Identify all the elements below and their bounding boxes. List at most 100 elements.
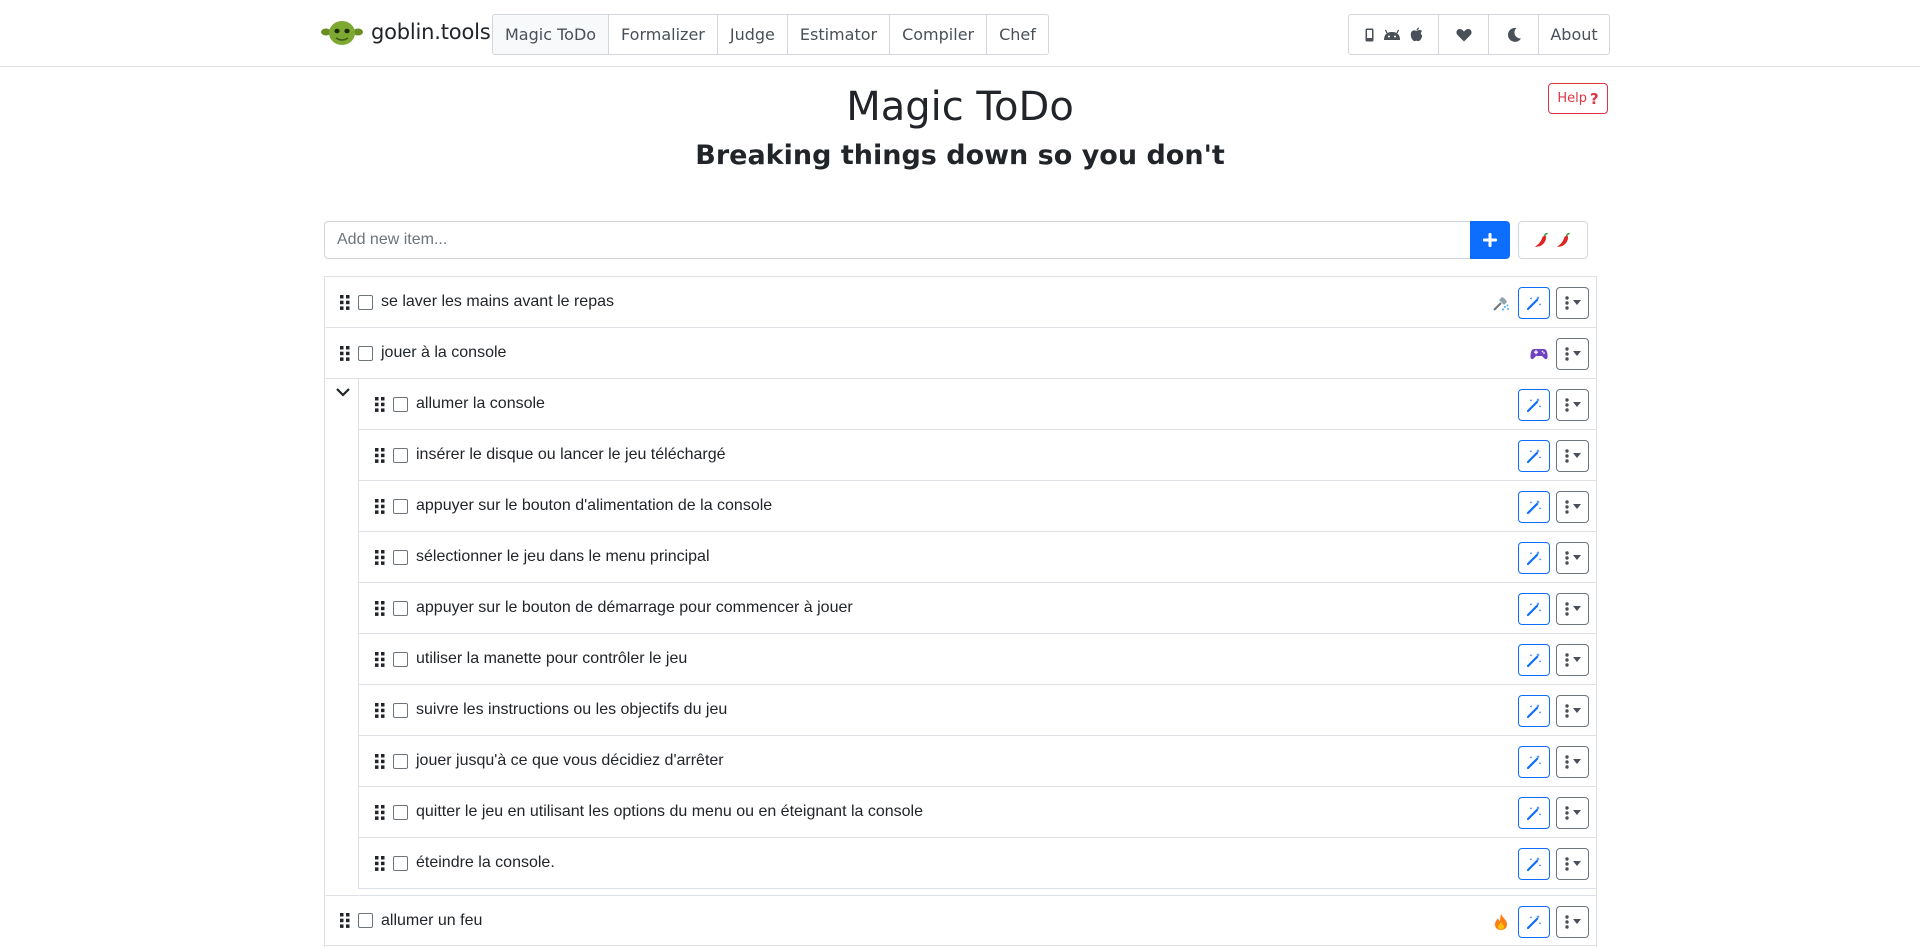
drag-handle-icon[interactable] [338, 345, 352, 361]
task-menu-button[interactable] [1556, 643, 1589, 676]
break-down-button[interactable] [1518, 541, 1550, 574]
task-actions [1518, 541, 1589, 574]
spiciness-button[interactable] [1518, 221, 1588, 259]
task-menu-button[interactable] [1556, 286, 1589, 319]
magic-wand-icon [1526, 448, 1542, 463]
magic-wand-icon [1526, 601, 1542, 616]
drag-handle-icon[interactable] [373, 855, 387, 871]
task-checkbox[interactable] [393, 549, 408, 565]
more-vertical-icon [1564, 652, 1569, 667]
collapse-chevron-icon[interactable] [334, 383, 352, 401]
task-menu-button[interactable] [1556, 796, 1589, 829]
break-down-button[interactable] [1518, 439, 1550, 472]
chili-pepper-icon [1557, 232, 1570, 247]
nav-compiler[interactable]: Compiler [890, 15, 988, 54]
task-text[interactable]: quitter le jeu en utilisant les options … [416, 803, 923, 821]
task-checkbox[interactable] [358, 345, 373, 361]
task-checkbox[interactable] [358, 913, 373, 928]
break-down-button[interactable] [1518, 745, 1550, 778]
caret-down-icon [1572, 300, 1581, 305]
caret-down-icon [1572, 810, 1581, 815]
nav-chef[interactable]: Chef [987, 15, 1048, 54]
drag-handle-icon[interactable] [373, 396, 387, 412]
drag-handle-icon[interactable] [373, 651, 387, 667]
task-checkbox[interactable] [393, 702, 408, 718]
add-item-button[interactable] [1470, 221, 1510, 259]
task-text[interactable]: appuyer sur le bouton de démarrage pour … [416, 599, 853, 617]
break-down-button[interactable] [1518, 905, 1550, 938]
task-checkbox[interactable] [393, 600, 408, 616]
nav-judge[interactable]: Judge [717, 15, 788, 54]
task-checkbox[interactable] [393, 804, 408, 820]
drag-handle-icon[interactable] [338, 913, 352, 929]
task-checkbox[interactable] [358, 294, 373, 310]
navbar: goblin.tools Magic ToDo Formalizer Judge… [0, 0, 1920, 67]
task-menu-button[interactable] [1556, 337, 1589, 370]
task-text[interactable]: éteindre la console. [416, 854, 555, 872]
task-text[interactable]: utiliser la manette pour contrôler le je… [416, 650, 687, 668]
task-menu-button[interactable] [1556, 745, 1589, 778]
subtask-item: éteindre la console. [358, 838, 1596, 889]
drag-handle-icon[interactable] [373, 498, 387, 514]
drag-handle-icon[interactable] [373, 447, 387, 463]
task-text[interactable]: appuyer sur le bouton d'alimentation de … [416, 497, 772, 515]
caret-down-icon [1572, 861, 1581, 866]
nav-magic-todo[interactable]: Magic ToDo [493, 15, 610, 54]
task-menu-button[interactable] [1556, 388, 1589, 421]
drag-handle-icon[interactable] [373, 804, 387, 820]
task-menu-button[interactable] [1556, 592, 1589, 625]
task-checkbox[interactable] [393, 447, 408, 463]
task-text[interactable]: sélectionner le jeu dans le menu princip… [416, 548, 710, 566]
task-actions [1518, 643, 1589, 676]
break-down-button[interactable] [1518, 490, 1550, 523]
task-menu-button[interactable] [1556, 490, 1589, 523]
break-down-button[interactable] [1518, 847, 1550, 880]
more-vertical-icon [1564, 703, 1569, 718]
task-menu-button[interactable] [1556, 905, 1589, 938]
theme-toggle-button[interactable] [1489, 15, 1539, 54]
brand[interactable]: goblin.tools [321, 14, 491, 50]
drag-handle-icon[interactable] [373, 549, 387, 565]
break-down-button[interactable] [1518, 286, 1550, 319]
task-text[interactable]: allumer un feu [381, 912, 482, 930]
task-text[interactable]: jouer jusqu'à ce que vous décidiez d'arr… [416, 752, 724, 770]
nav-formalizer[interactable]: Formalizer [609, 15, 718, 54]
magic-wand-icon [1526, 856, 1542, 871]
task-text[interactable]: se laver les mains avant le repas [381, 293, 614, 311]
break-down-button[interactable] [1518, 388, 1550, 421]
subtask-item: allumer la console [358, 379, 1596, 430]
task-menu-button[interactable] [1556, 694, 1589, 727]
drag-handle-icon[interactable] [373, 600, 387, 616]
caret-down-icon [1572, 351, 1581, 356]
drag-handle-icon[interactable] [373, 702, 387, 718]
task-menu-button[interactable] [1556, 439, 1589, 472]
task-actions [1518, 490, 1589, 523]
nav-estimator[interactable]: Estimator [787, 15, 891, 54]
break-down-button[interactable] [1518, 694, 1550, 727]
task-checkbox[interactable] [393, 855, 408, 871]
support-button[interactable] [1439, 15, 1489, 54]
task-text[interactable]: allumer la console [416, 395, 545, 413]
task-text[interactable]: suivre les instructions ou les objectifs… [416, 701, 727, 719]
new-item-input[interactable] [324, 221, 1470, 259]
about-link[interactable]: About [1539, 15, 1609, 54]
break-down-button[interactable] [1518, 796, 1550, 829]
task-menu-button[interactable] [1556, 847, 1589, 880]
task-text[interactable]: insérer le disque ou lancer le jeu téléc… [416, 446, 726, 464]
task-text[interactable]: jouer à la console [381, 344, 506, 362]
task-checkbox[interactable] [393, 498, 408, 514]
task-checkbox[interactable] [393, 396, 408, 412]
moon-icon [1507, 27, 1521, 42]
drag-handle-icon[interactable] [373, 753, 387, 769]
task-item: se laver les mains avant le repas [325, 277, 1596, 328]
task-menu-button[interactable] [1556, 541, 1589, 574]
magic-wand-icon [1526, 652, 1542, 667]
todo-list: se laver les mains avant le repas jouer … [324, 276, 1597, 947]
break-down-button[interactable] [1518, 592, 1550, 625]
break-down-button[interactable] [1518, 643, 1550, 676]
mobile-apps-button[interactable] [1349, 15, 1439, 54]
drag-handle-icon[interactable] [338, 294, 352, 310]
task-checkbox[interactable] [393, 753, 408, 769]
phone-icon [1365, 28, 1373, 41]
task-checkbox[interactable] [393, 651, 408, 667]
